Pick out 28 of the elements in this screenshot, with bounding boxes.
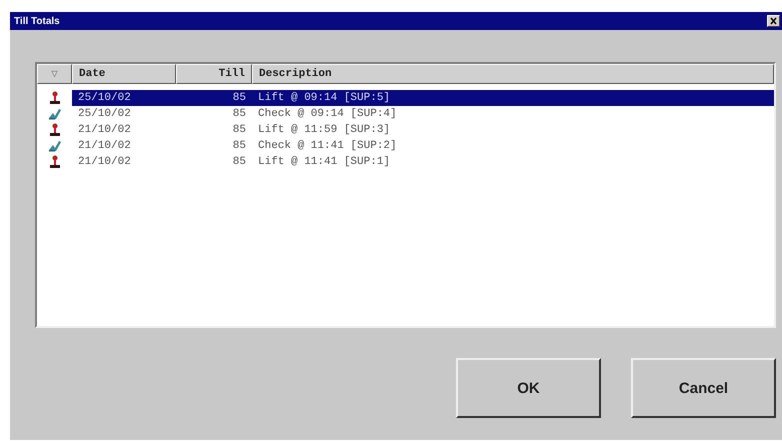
- table-cell[interactable]: 21/10/02: [72, 154, 176, 170]
- table-cell[interactable]: Lift @ 11:41 [SUP:1]: [252, 154, 774, 170]
- window-title: Till Totals: [14, 16, 60, 26]
- table-cell[interactable]: 85: [176, 90, 252, 106]
- close-button[interactable]: [767, 15, 780, 27]
- table-cell[interactable]: Lift @ 09:14 [SUP:5]: [252, 90, 774, 106]
- table-cell[interactable]: 85: [176, 106, 252, 122]
- ok-button[interactable]: OK: [456, 358, 601, 418]
- table-cell[interactable]: 85: [176, 122, 252, 138]
- column-header[interactable]: Till: [176, 64, 252, 84]
- table-cell[interactable]: 85: [176, 138, 252, 154]
- table-cell[interactable]: 25/10/02: [72, 106, 176, 122]
- table-cell[interactable]: 85: [176, 154, 252, 170]
- table-cell[interactable]: Lift @ 11:59 [SUP:3]: [252, 122, 774, 138]
- pen-icon: [48, 108, 62, 120]
- column-header[interactable]: Date: [72, 64, 176, 84]
- table-cell[interactable]: Check @ 11:41 [SUP:2]: [252, 138, 774, 154]
- close-icon: [768, 16, 779, 26]
- table-cell[interactable]: 21/10/02: [72, 122, 176, 138]
- table-cell[interactable]: 25/10/02: [72, 90, 176, 106]
- table-cell[interactable]: Check @ 09:14 [SUP:4]: [252, 106, 774, 122]
- stamp-icon: [48, 155, 60, 169]
- table-cell[interactable]: 21/10/02: [72, 138, 176, 154]
- cancel-button[interactable]: Cancel: [631, 358, 776, 418]
- column-header[interactable]: Description: [252, 64, 774, 84]
- pen-icon: [48, 140, 62, 152]
- stamp-icon: [48, 123, 60, 137]
- stamp-icon: [48, 91, 60, 105]
